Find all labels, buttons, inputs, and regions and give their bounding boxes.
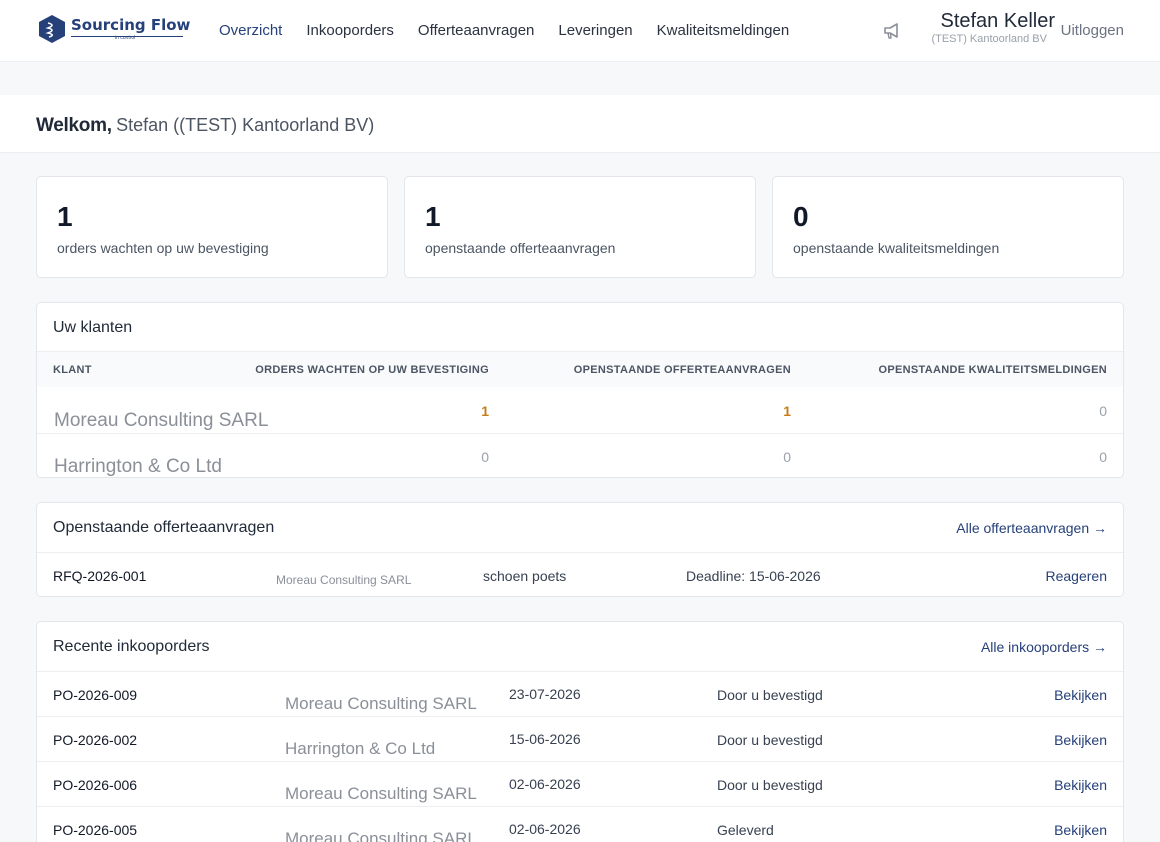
open-rfqs-panel-title: Openstaande offerteaanvragen — [53, 519, 275, 536]
order-id: PO-2026-006 — [53, 777, 138, 793]
stat-card-orders-pending[interactable]: 1 orders wachten op uw bevestiging — [36, 176, 388, 278]
order-date: 15-06-2026 — [509, 731, 581, 747]
client-rfqs-count: 0 — [783, 449, 791, 465]
nav-kwaliteitsmeldingen[interactable]: Kwaliteitsmeldingen — [657, 22, 790, 39]
clients-panel-title: Uw klanten — [53, 319, 133, 336]
user-name: Stefan Keller — [940, 10, 1055, 32]
logout-link[interactable]: Uitloggen — [1061, 22, 1124, 39]
welcome-user: Stefan ((TEST) Kantoorland BV) — [116, 115, 375, 135]
logo-text: Sourcing Flow — [71, 16, 191, 34]
recent-orders-panel-title: Recente inkooporders — [53, 638, 210, 655]
client-name: Harrington & Co Ltd — [54, 456, 222, 477]
order-status: Door u bevestigd — [717, 777, 823, 793]
order-client: Moreau Consulting SARL — [285, 784, 477, 803]
open-rfqs-panel: Openstaande offerteaanvragen Alle offert… — [36, 502, 1124, 597]
order-id: PO-2026-009 — [53, 687, 138, 703]
rfq-row[interactable]: RFQ-2026-001 Moreau Consulting SARL scho… — [37, 552, 1123, 596]
view-order-link[interactable]: Bekijken — [1054, 732, 1107, 748]
order-id: PO-2026-002 — [53, 732, 138, 748]
client-quality-count: 0 — [1099, 403, 1107, 419]
order-status: Door u bevestigd — [717, 687, 823, 703]
order-date: 02-06-2026 — [509, 821, 581, 837]
stat-label: openstaande kwaliteitsmeldingen — [793, 240, 1000, 256]
order-client: Moreau Consulting SARL — [285, 694, 477, 713]
megaphone-icon[interactable] — [882, 22, 902, 40]
stat-label: orders wachten op uw bevestiging — [57, 240, 269, 256]
rfq-subject: schoen poets — [483, 568, 567, 584]
respond-link[interactable]: Reageren — [1046, 568, 1108, 584]
client-row[interactable]: Moreau Consulting SARL 1 1 0 — [37, 388, 1123, 433]
order-row[interactable]: PO-2026-009 Moreau Consulting SARL 23-07… — [37, 671, 1123, 716]
stat-value: 1 — [57, 201, 73, 232]
client-orders-count: 0 — [481, 449, 489, 465]
logo-subtitle: in control — [115, 35, 136, 41]
rfq-deadline: Deadline: 15-06-2026 — [686, 568, 821, 584]
order-row[interactable]: PO-2026-006 Moreau Consulting SARL 02-06… — [37, 761, 1123, 806]
column-header-orders: ORDERS WACHTEN OP UW BEVESTIGING — [255, 364, 489, 376]
view-order-link[interactable]: Bekijken — [1054, 777, 1107, 793]
view-order-link[interactable]: Bekijken — [1054, 687, 1107, 703]
welcome-message: Welkom, Stefan ((TEST) Kantoorland BV) — [36, 115, 374, 137]
view-order-link[interactable]: Bekijken — [1054, 822, 1107, 838]
order-date: 02-06-2026 — [509, 776, 581, 792]
stat-value: 1 — [425, 201, 441, 232]
welcome-label: Welkom, — [36, 115, 112, 136]
order-status: Geleverd — [717, 822, 774, 838]
welcome-banner: Welkom, Stefan ((TEST) Kantoorland BV) — [0, 95, 1160, 153]
order-row[interactable]: PO-2026-002 Harrington & Co Ltd 15-06-20… — [37, 716, 1123, 761]
client-quality-count: 0 — [1099, 449, 1107, 465]
order-date: 23-07-2026 — [509, 686, 581, 702]
order-status: Door u bevestigd — [717, 732, 823, 748]
rfq-id: RFQ-2026-001 — [53, 568, 147, 584]
stat-label: openstaande offerteaanvragen — [425, 240, 616, 256]
stat-card-open-rfqs[interactable]: 1 openstaande offerteaanvragen — [404, 176, 756, 278]
order-row[interactable]: PO-2026-005 Moreau Consulting SARL 02-06… — [37, 806, 1123, 842]
nav-leveringen[interactable]: Leveringen — [558, 22, 632, 39]
column-header-rfqs: OPENSTAANDE OFFERTEAANVRAGEN — [573, 364, 791, 376]
nav-inkooporders[interactable]: Inkooporders — [306, 22, 394, 39]
clients-table-header: KLANT ORDERS WACHTEN OP UW BEVESTIGING O… — [37, 351, 1123, 387]
stat-value: 0 — [793, 201, 809, 232]
nav-overzicht[interactable]: Overzicht — [219, 22, 282, 39]
top-navigation-bar: Sourcing Flow in control Overzicht Inkoo… — [0, 0, 1160, 62]
recent-orders-panel: Recente inkooporders Alle inkooporders →… — [36, 621, 1124, 842]
sourcing-flow-logo[interactable]: Sourcing Flow in control — [38, 14, 191, 46]
main-nav: Overzicht Inkooporders Offerteaanvragen … — [219, 22, 789, 39]
client-row[interactable]: Harrington & Co Ltd 0 0 0 — [37, 433, 1123, 477]
column-header-klant: KLANT — [53, 364, 92, 376]
user-organization: (TEST) Kantoorland BV — [931, 33, 1047, 45]
order-client: Harrington & Co Ltd — [285, 739, 436, 758]
client-orders-count: 1 — [481, 403, 489, 419]
client-rfqs-count: 1 — [783, 403, 791, 419]
client-name: Moreau Consulting SARL — [54, 410, 269, 431]
clients-panel: Uw klanten KLANT ORDERS WACHTEN OP UW BE… — [36, 302, 1124, 478]
rfq-client: Moreau Consulting SARL — [276, 573, 412, 587]
order-client: Moreau Consulting SARL — [285, 829, 477, 842]
hexagon-logo-icon — [39, 15, 65, 43]
all-rfqs-link[interactable]: Alle offerteaanvragen → — [956, 520, 1107, 536]
all-orders-link[interactable]: Alle inkooporders → — [981, 639, 1107, 655]
order-id: PO-2026-005 — [53, 822, 138, 838]
column-header-quality: OPENSTAANDE KWALITEITSMELDINGEN — [878, 364, 1107, 376]
stat-card-open-quality-reports[interactable]: 0 openstaande kwaliteitsmeldingen — [772, 176, 1124, 278]
nav-offerteaanvragen[interactable]: Offerteaanvragen — [418, 22, 534, 39]
